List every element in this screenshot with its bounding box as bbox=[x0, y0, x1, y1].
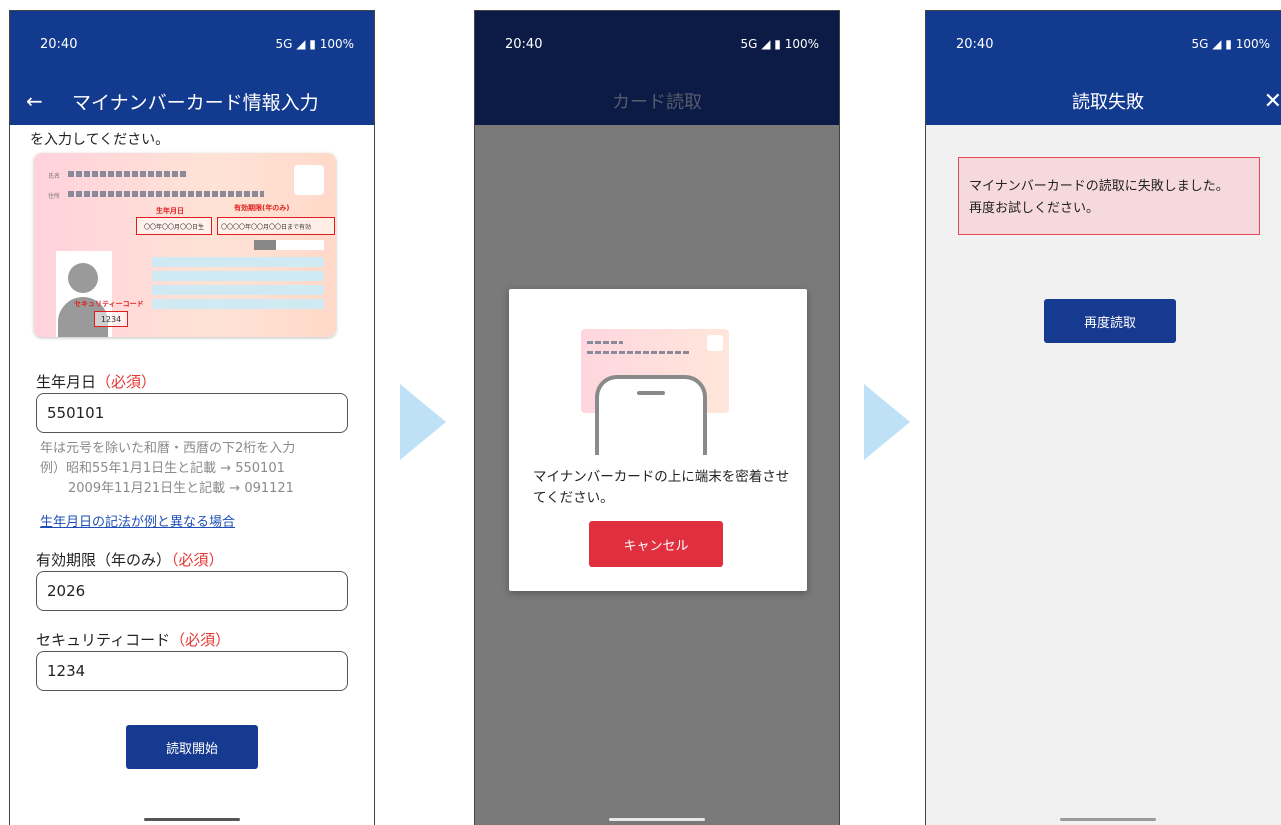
card-expiry-box: 〇〇〇〇年〇〇月〇〇日まで有効 bbox=[217, 217, 335, 235]
card-address-label: 住所 bbox=[48, 193, 61, 200]
security-code-input[interactable]: 1234 bbox=[36, 651, 348, 691]
expiry-required: （必須） bbox=[171, 551, 224, 569]
page-title: 読取失敗 bbox=[1072, 92, 1144, 113]
security-label-row: セキュリティコード（必須） bbox=[36, 629, 230, 650]
status-signal: 5G ◢ ▮ 100% bbox=[1191, 37, 1270, 51]
card-security-label: セキュリティーコード bbox=[74, 300, 144, 308]
home-indicator bbox=[1060, 818, 1156, 821]
instruction-text: を入力してください。 bbox=[30, 132, 170, 148]
status-bar: 20:40 5G ◢ ▮ 100% bbox=[10, 11, 374, 77]
home-indicator bbox=[144, 818, 240, 821]
birthdate-label: 生年月日 bbox=[36, 373, 97, 391]
birthdate-hint-3: 2009年11月21日生と記載 → 091121 bbox=[68, 481, 294, 496]
birthdate-required: （必須） bbox=[96, 373, 157, 391]
card-stripe bbox=[152, 285, 324, 295]
card-stripe bbox=[152, 257, 324, 267]
page-title: マイナンバーカード情報入力 bbox=[72, 91, 319, 114]
card-expiry-label: 有効期限(年のみ) bbox=[234, 204, 290, 212]
card-dots bbox=[587, 341, 623, 344]
security-required: （必須） bbox=[170, 631, 231, 649]
card-white-block bbox=[276, 240, 324, 250]
status-bar: 20:40 5G ◢ ▮ 100% bbox=[926, 11, 1281, 77]
start-reading-button[interactable]: 読取開始 bbox=[126, 725, 258, 769]
status-signal: 5G ◢ ▮ 100% bbox=[740, 37, 819, 51]
retry-button[interactable]: 再度読取 bbox=[1044, 299, 1176, 343]
card-birthdate-box: 〇〇年〇〇月〇〇日生 bbox=[136, 217, 212, 235]
cancel-button[interactable]: キャンセル bbox=[589, 521, 723, 567]
triangle-right-icon bbox=[864, 384, 910, 460]
birthdate-hint-2: 例）昭和55年1月1日生と記載 → 550101 bbox=[40, 461, 285, 476]
expiry-label-row: 有効期限（年のみ）（必須） bbox=[36, 549, 224, 570]
mynumber-card-illustration: 氏名 住所 生年月日 有効期限(年のみ) 〇〇年〇〇月〇〇日生 〇〇〇〇年〇〇月… bbox=[34, 153, 336, 337]
phone-speaker bbox=[637, 391, 665, 395]
dialog-message: マイナンバーカードの上に端末を密着させてください。 bbox=[533, 469, 790, 506]
form-content: を入力してください。 氏名 住所 生年月日 有効期限(年のみ) 〇〇年〇〇月〇〇… bbox=[10, 125, 374, 825]
birthdate-format-link[interactable]: 生年月日の記法が例と異なる場合 bbox=[40, 511, 235, 530]
divider bbox=[525, 443, 791, 444]
card-dots bbox=[587, 351, 691, 354]
card-chip-square bbox=[707, 335, 723, 351]
status-time: 20:40 bbox=[505, 36, 543, 52]
card-stripe bbox=[152, 299, 324, 309]
avatar-head-icon bbox=[68, 263, 98, 293]
status-time: 20:40 bbox=[40, 36, 78, 52]
close-icon[interactable]: ✕ bbox=[1264, 89, 1281, 114]
expiry-input[interactable]: 2026 bbox=[36, 571, 348, 611]
birthdate-label-row: 生年月日（必須） bbox=[36, 371, 156, 392]
error-line-1: マイナンバーカードの読取に失敗しました。 bbox=[969, 179, 1229, 194]
card-name-label: 氏名 bbox=[48, 173, 61, 180]
arrow-left-icon[interactable]: ← bbox=[26, 89, 43, 113]
error-message-box: マイナンバーカードの読取に失敗しました。 再度お試しください。 bbox=[958, 157, 1260, 235]
card-birthdate-label: 生年月日 bbox=[156, 207, 184, 215]
reading-dialog: マイナンバーカードの上に端末を密着させてください。 キャンセル bbox=[509, 289, 807, 591]
error-line-2: 再度お試しください。 bbox=[969, 201, 1100, 216]
birthdate-input[interactable]: 550101 bbox=[36, 393, 348, 433]
phone-screen-input: 20:40 5G ◢ ▮ 100% ← マイナンバーカード情報入力 を入力してく… bbox=[9, 10, 375, 825]
birthdate-hint-1: 年は元号を除いた和暦・西暦の下2桁を入力 bbox=[40, 441, 296, 456]
card-chip-square bbox=[294, 165, 324, 195]
triangle-right-icon bbox=[400, 384, 446, 460]
home-indicator bbox=[609, 818, 705, 821]
status-bar: 20:40 5G ◢ ▮ 100% bbox=[475, 11, 839, 77]
phone-screen-reading: 20:40 5G ◢ ▮ 100% カード読取 マイナンバーカードの上に端末を密… bbox=[474, 10, 840, 825]
app-bar: 読取失敗 ✕ bbox=[926, 77, 1281, 125]
app-bar: ← マイナンバーカード情報入力 bbox=[10, 77, 374, 125]
expiry-label: 有効期限（年のみ） bbox=[36, 551, 172, 569]
security-label: セキュリティコード bbox=[36, 631, 171, 649]
status-time: 20:40 bbox=[956, 36, 994, 52]
card-name-dots bbox=[68, 171, 188, 177]
app-bar: カード読取 bbox=[475, 77, 839, 125]
card-grey-block bbox=[254, 240, 276, 250]
phone-screen-failure: 20:40 5G ◢ ▮ 100% 読取失敗 ✕ マイナンバーカードの読取に失敗… bbox=[925, 10, 1281, 825]
status-signal: 5G ◢ ▮ 100% bbox=[275, 37, 354, 51]
card-security-box: 1234 bbox=[94, 311, 128, 327]
card-stripe bbox=[152, 271, 324, 281]
page-title: カード読取 bbox=[612, 92, 702, 113]
card-address-dots bbox=[68, 191, 264, 197]
